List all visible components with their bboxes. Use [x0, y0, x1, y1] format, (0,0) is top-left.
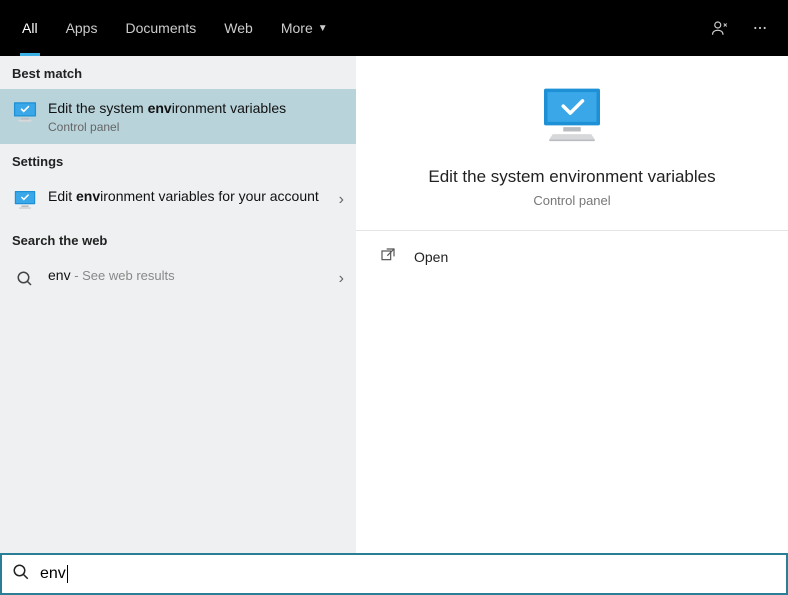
- more-options-icon[interactable]: [740, 8, 780, 48]
- tab-documents[interactable]: Documents: [111, 0, 210, 56]
- settings-header: Settings: [0, 144, 356, 177]
- search-icon: [12, 563, 30, 586]
- best-match-header: Best match: [0, 56, 356, 89]
- open-icon: [380, 247, 400, 266]
- search-bar[interactable]: env: [0, 553, 788, 595]
- result-text: env - See web results: [48, 266, 339, 285]
- tab-web[interactable]: Web: [210, 0, 267, 56]
- result-text: Edit environment variables for your acco…: [48, 187, 339, 206]
- results-panel: Best match Edit the system environment v…: [0, 56, 356, 553]
- result-edit-system-env-vars[interactable]: Edit the system environment variables Co…: [0, 89, 356, 144]
- tab-more[interactable]: More ▼: [267, 0, 342, 56]
- result-text: Edit the system environment variables Co…: [48, 99, 344, 134]
- search-icon: [12, 266, 38, 292]
- detail-subtitle: Control panel: [533, 193, 610, 208]
- tab-apps[interactable]: Apps: [52, 0, 112, 56]
- chevron-down-icon: ▼: [318, 23, 328, 34]
- tab-more-label: More: [281, 20, 313, 36]
- tab-all[interactable]: All: [8, 0, 52, 56]
- open-action[interactable]: Open: [356, 231, 788, 282]
- result-web-search[interactable]: env - See web results ›: [0, 256, 356, 302]
- open-label: Open: [414, 249, 448, 265]
- result-edit-user-env-vars[interactable]: Edit environment variables for your acco…: [0, 177, 356, 223]
- filter-tabs: All Apps Documents Web More ▼: [8, 0, 342, 56]
- text-cursor: [67, 565, 68, 583]
- search-web-header: Search the web: [0, 223, 356, 256]
- chevron-right-icon: ›: [339, 191, 344, 209]
- monitor-icon: [12, 187, 38, 213]
- detail-header: Edit the system environment variables Co…: [356, 56, 788, 231]
- detail-title: Edit the system environment variables: [428, 167, 715, 187]
- search-input[interactable]: env: [40, 565, 68, 583]
- chevron-right-icon: ›: [339, 270, 344, 288]
- feedback-icon[interactable]: [700, 8, 740, 48]
- detail-panel: Edit the system environment variables Co…: [356, 56, 788, 553]
- search-header: All Apps Documents Web More ▼: [0, 0, 788, 56]
- result-subtitle: Control panel: [48, 120, 344, 134]
- monitor-icon: [12, 99, 38, 125]
- monitor-icon: [537, 84, 607, 149]
